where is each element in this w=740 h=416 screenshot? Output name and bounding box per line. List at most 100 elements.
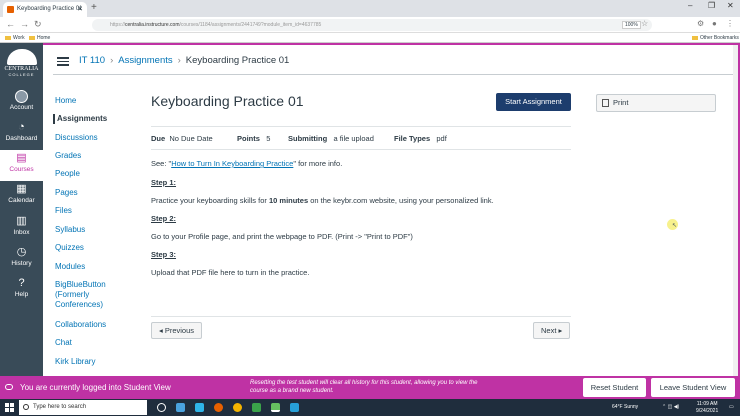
zoom-indicator[interactable]: 100% <box>622 21 641 29</box>
windows-start-icon[interactable] <box>5 403 14 412</box>
folder-icon <box>5 35 11 40</box>
photos-icon[interactable] <box>290 403 299 412</box>
bookmark-work[interactable]: Work <box>5 33 25 43</box>
student-view-icon <box>5 384 13 390</box>
history-icon: ◷ <box>16 246 27 258</box>
global-navigation: CENTRALIA COLLEGE Account ◔ Dashboard ▤ … <box>0 43 43 376</box>
url-field[interactable]: https://centralia.instructure.com/course… <box>92 19 652 31</box>
course-nav-chat[interactable]: Chat <box>55 338 72 348</box>
nav-label: Inbox <box>13 229 30 236</box>
course-nav-home[interactable]: Home <box>55 96 76 106</box>
due-label: Due <box>151 134 166 143</box>
see-more-text: See: "How to Turn In Keyboarding Practic… <box>151 159 343 168</box>
favicon-icon <box>7 6 14 13</box>
reset-student-button[interactable]: Reset Student <box>583 378 646 397</box>
folder-icon <box>29 35 35 40</box>
how-to-turn-in-link[interactable]: How to Turn In Keyboarding Practice <box>171 159 293 168</box>
student-view-warning: Resetting the test student will clear al… <box>250 380 478 394</box>
weather-indicator[interactable]: 64°F Sunny <box>612 399 638 416</box>
forward-icon[interactable]: → <box>20 19 29 29</box>
assignment-details: Due No Due Date Points 5 Submitting a fi… <box>151 126 571 150</box>
submitting-label: Submitting <box>288 134 328 143</box>
logo-subtext: COLLEGE <box>8 72 35 77</box>
due-value: No Due Date <box>169 134 213 143</box>
previous-button[interactable]: ◂ Previous <box>151 322 203 339</box>
nav-label: Help <box>14 291 29 298</box>
step-2-text: Go to your Profile page, and print the w… <box>151 232 413 241</box>
course-nav-syllabus[interactable]: Syllabus <box>55 225 85 235</box>
submitting-value: a file upload <box>333 134 374 143</box>
course-nav-modules[interactable]: Modules <box>55 262 85 272</box>
new-tab-icon[interactable]: + <box>91 2 97 13</box>
course-nav-kirk-library[interactable]: Kirk Library <box>55 357 95 367</box>
global-nav-dashboard[interactable]: ◔ Dashboard <box>0 119 43 150</box>
close-window-icon[interactable]: ✕ <box>727 1 734 10</box>
course-nav-discussions[interactable]: Discussions <box>55 133 98 143</box>
notifications-icon[interactable]: ▭ <box>729 399 734 416</box>
course-nav-pages[interactable]: Pages <box>55 188 78 198</box>
task-view-icon[interactable] <box>157 403 166 412</box>
course-nav-files[interactable]: Files <box>55 206 72 216</box>
nav-label: Courses <box>9 166 34 173</box>
global-nav-courses[interactable]: ▤ Courses <box>0 150 43 181</box>
recording-app-icon[interactable] <box>271 403 280 412</box>
page-title: Keyboarding Practice 01 <box>151 93 304 109</box>
taskbar-search[interactable]: Type here to search <box>19 400 147 415</box>
leave-student-view-button[interactable]: Leave Student View <box>651 378 735 397</box>
restore-icon[interactable]: ❐ <box>708 1 715 10</box>
logo-mark <box>6 49 37 65</box>
print-label: Print <box>613 98 629 107</box>
app-icon[interactable] <box>252 403 261 412</box>
profile-icon[interactable]: ● <box>712 19 717 28</box>
back-icon[interactable]: ← <box>6 19 15 29</box>
browser-tab[interactable]: Keyboarding Practice 01 ✕ <box>3 2 87 17</box>
header-divider <box>53 74 733 75</box>
menu-icon[interactable]: ⋮ <box>726 19 734 28</box>
browser-tab-bar: Keyboarding Practice 01 ✕ + – ❐ ✕ <box>0 0 740 17</box>
breadcrumb-assignments[interactable]: Assignments <box>118 55 172 66</box>
course-nav-collaborations[interactable]: Collaborations <box>55 320 106 330</box>
course-menu-toggle-icon[interactable] <box>57 57 69 66</box>
step-1-text: Practice your keyboarding skills for 10 … <box>151 196 494 205</box>
file-explorer-icon[interactable] <box>176 403 185 412</box>
course-nav-quizzes[interactable]: Quizzes <box>55 243 84 253</box>
bookmark-home[interactable]: Home <box>29 33 50 43</box>
favorite-star-icon[interactable]: ☆ <box>641 19 648 28</box>
nav-label: Calendar <box>8 197 35 204</box>
student-view-message: You are currently logged into Student Vi… <box>20 383 171 392</box>
course-nav-bigbluebutton[interactable]: BigBlueButton <box>55 280 106 290</box>
points-label: Points <box>237 134 260 143</box>
global-nav-inbox[interactable]: ▥ Inbox <box>0 213 43 244</box>
reload-icon[interactable]: ↻ <box>34 19 42 30</box>
help-icon: ? <box>18 277 25 289</box>
address-bar-row: ← → ↻ https://centralia.instructure.com/… <box>0 17 740 33</box>
tray-icons[interactable]: ⌃ ◫ ◀) <box>662 399 679 416</box>
page-scrollbar[interactable] <box>733 45 738 376</box>
course-nav-people[interactable]: People <box>55 169 80 179</box>
pager-divider <box>151 316 571 317</box>
college-logo[interactable]: CENTRALIA COLLEGE <box>2 49 41 81</box>
print-button[interactable]: Print <box>596 94 716 112</box>
global-nav-account[interactable]: Account <box>0 88 43 119</box>
global-nav-history[interactable]: ◷ History <box>0 244 43 275</box>
other-bookmarks[interactable]: Other Bookmarks <box>692 33 739 43</box>
global-nav-help[interactable]: ? Help <box>0 275 43 306</box>
extensions-icon[interactable]: ⚙ <box>697 19 704 28</box>
course-nav-bigbluebutton-line3[interactable]: Conferences) <box>55 300 103 310</box>
firefox-icon[interactable] <box>214 403 223 412</box>
clock-date: 9/24/2021 <box>696 408 719 414</box>
step-1-heading: Step 1: <box>151 178 177 187</box>
close-tab-icon[interactable]: ✕ <box>77 2 83 17</box>
chrome-icon[interactable] <box>233 403 242 412</box>
breadcrumb-course[interactable]: IT 110 <box>79 55 105 66</box>
clock[interactable]: 11:09 AM 9/24/2021 <box>696 401 718 415</box>
breadcrumb-separator: › <box>177 55 181 66</box>
course-nav-assignments[interactable]: Assignments <box>53 114 107 124</box>
start-assignment-button[interactable]: Start Assignment <box>496 93 571 111</box>
next-button[interactable]: Next ▸ <box>533 322 571 339</box>
global-nav-calendar[interactable]: ▦ Calendar <box>0 181 43 212</box>
edge-icon[interactable] <box>195 403 204 412</box>
minimize-icon[interactable]: – <box>688 1 692 10</box>
course-nav-grades[interactable]: Grades <box>55 151 81 161</box>
course-nav-bigbluebutton-line2[interactable]: (Formerly <box>55 290 89 300</box>
